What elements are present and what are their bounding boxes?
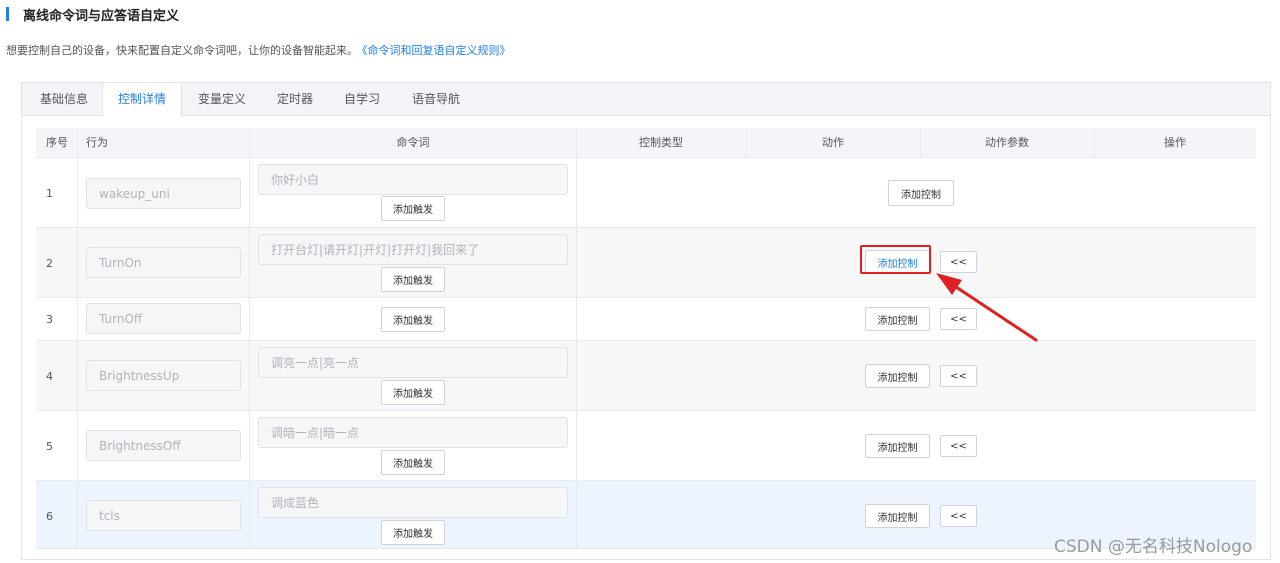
- command-table: 序号 行为 命令词 控制类型 动作 动作参数 操作 1 wakeup_uni 你…: [36, 128, 1256, 549]
- collapse-button[interactable]: <<: [940, 435, 977, 457]
- add-control-button[interactable]: 添加控制: [865, 307, 930, 331]
- action-field[interactable]: wakeup_uni: [86, 178, 241, 209]
- add-control-button[interactable]: 添加控制: [865, 434, 930, 458]
- table-row: 4 BrightnessUp 调亮一点|亮一点 添加触发 添加控制 <<: [36, 341, 1256, 411]
- row-index: 4: [46, 370, 53, 383]
- table-header: 序号 行为 命令词 控制类型 动作 动作参数 操作: [36, 128, 1256, 158]
- header-operation: 操作: [1164, 136, 1186, 149]
- add-control-button[interactable]: 添加控制: [865, 250, 930, 274]
- command-field[interactable]: 调亮一点|亮一点: [258, 347, 568, 378]
- header-command: 命令词: [396, 136, 430, 149]
- add-trigger-button[interactable]: 添加触发: [381, 380, 445, 405]
- add-trigger-button[interactable]: 添加触发: [381, 196, 445, 221]
- collapse-button[interactable]: <<: [940, 308, 977, 330]
- add-control-button[interactable]: 添加控制: [888, 180, 954, 206]
- action-field[interactable]: TurnOff: [86, 303, 241, 334]
- table-row: 1 wakeup_uni 你好小白 添加触发 添加控制: [36, 158, 1256, 228]
- section-title-text: 离线命令词与应答语自定义: [23, 8, 180, 24]
- row-index: 5: [46, 440, 53, 453]
- action-field[interactable]: BrightnessOff: [86, 430, 241, 461]
- action-field[interactable]: BrightnessUp: [86, 360, 241, 391]
- tab-timer[interactable]: 定时器: [262, 83, 328, 116]
- table-row: 2 TurnOn 打开台灯|请开灯|开灯|打开灯|我回来了 添加触发 添加控制 …: [36, 228, 1256, 298]
- header-motion-params: 动作参数: [985, 136, 1029, 149]
- section-title-bar: [6, 7, 9, 21]
- add-control-button[interactable]: 添加控制: [865, 364, 930, 388]
- config-panel: 基础信息 控制详情 变量定义 定时器 自学习 语音导航 序号 行为 命令词 控制…: [21, 82, 1271, 560]
- action-field[interactable]: TurnOn: [86, 247, 241, 278]
- table-row: 5 BrightnessOff 调暗一点|暗一点 添加触发 添加控制 <<: [36, 411, 1256, 481]
- watermark: CSDN @无名科技Nologo: [1054, 537, 1253, 557]
- tab-bar: 基础信息 控制详情 变量定义 定时器 自学习 语音导航: [22, 83, 1270, 117]
- collapse-button[interactable]: <<: [940, 505, 977, 527]
- command-field[interactable]: 调成蓝色: [258, 487, 568, 518]
- header-index: 序号: [46, 136, 68, 149]
- tab-self-learning[interactable]: 自学习: [328, 83, 396, 116]
- add-trigger-button[interactable]: 添加触发: [381, 450, 445, 475]
- rules-link[interactable]: 《命令词和回复语自定义规则》: [362, 44, 511, 57]
- collapse-button[interactable]: <<: [940, 251, 977, 273]
- header-motion: 动作: [822, 136, 844, 149]
- tab-basic-info[interactable]: 基础信息: [26, 83, 102, 116]
- row-index: 6: [46, 510, 53, 523]
- tab-control-details[interactable]: 控制详情: [102, 83, 182, 117]
- description-text: 想要控制自己的设备，快来配置自定义命令词吧，让你的设备智能起来。: [6, 44, 358, 57]
- action-field[interactable]: tcls: [86, 500, 241, 531]
- add-trigger-button[interactable]: 添加触发: [381, 307, 445, 332]
- add-control-button[interactable]: 添加控制: [865, 504, 930, 528]
- table-row: 3 TurnOff 添加触发 添加控制 <<: [36, 298, 1256, 341]
- add-trigger-button[interactable]: 添加触发: [381, 520, 445, 545]
- collapse-button[interactable]: <<: [940, 365, 977, 387]
- tab-variable-definition[interactable]: 变量定义: [182, 83, 262, 116]
- tab-voice-navigation[interactable]: 语音导航: [396, 83, 476, 116]
- command-field[interactable]: 你好小白: [258, 164, 568, 195]
- section-title: 离线命令词与应答语自定义: [6, 5, 180, 24]
- add-trigger-button[interactable]: 添加触发: [381, 267, 445, 292]
- header-action: 行为: [86, 136, 108, 149]
- row-index: 2: [46, 257, 53, 270]
- row-index: 3: [46, 313, 53, 326]
- row-index: 1: [46, 187, 53, 200]
- header-control-type: 控制类型: [639, 136, 683, 149]
- page-description: 想要控制自己的设备，快来配置自定义命令词吧，让你的设备智能起来。 《命令词和回复语…: [6, 42, 511, 58]
- command-field[interactable]: 调暗一点|暗一点: [258, 417, 568, 448]
- command-field[interactable]: 打开台灯|请开灯|开灯|打开灯|我回来了: [258, 234, 568, 265]
